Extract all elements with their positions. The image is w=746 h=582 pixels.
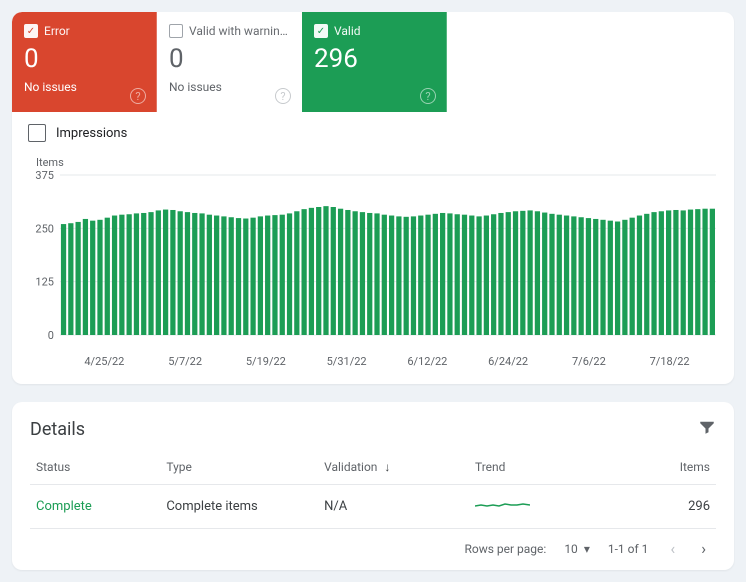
- rows-per-page-value: 10: [564, 542, 578, 556]
- cell-status: Complete: [30, 485, 160, 529]
- chart-area: Items 0 125 250 375 4/25/225/7/225/19/225/3…: [12, 146, 734, 368]
- cell-validation: N/A: [318, 485, 469, 529]
- tab-valid-label: Valid: [334, 24, 361, 38]
- impressions-checkbox[interactable]: [28, 124, 46, 142]
- cell-items: 296: [620, 485, 716, 529]
- cell-trend: [469, 485, 620, 529]
- rows-per-page-select[interactable]: 10 ▾: [564, 542, 590, 556]
- svg-text:125: 125: [35, 276, 53, 289]
- svg-text:375: 375: [35, 169, 53, 182]
- tab-valid-with-warnings[interactable]: Valid with warnin… 0 No issues ?: [157, 12, 302, 112]
- col-type[interactable]: Type: [160, 450, 318, 485]
- items-bar-chart: 0 125 250 375: [24, 169, 722, 349]
- chevron-down-icon: ▾: [584, 542, 590, 556]
- col-validation[interactable]: Validation ↓: [318, 450, 469, 485]
- checkbox-checked-icon: ✓: [24, 24, 38, 38]
- tab-error-label: Error: [44, 24, 70, 38]
- col-items[interactable]: Items: [620, 450, 716, 485]
- yaxis-title: Items: [24, 156, 722, 169]
- col-validation-label: Validation: [324, 460, 377, 474]
- checkbox-unchecked-icon: [169, 24, 183, 38]
- help-icon[interactable]: ?: [420, 88, 436, 104]
- details-title: Details: [30, 419, 85, 440]
- trend-sparkline: [475, 499, 530, 514]
- checkbox-checked-icon: ✓: [314, 24, 328, 38]
- cell-type: Complete items: [160, 485, 318, 529]
- impressions-toggle-row: Impressions: [12, 112, 734, 146]
- tab-error-issues: No issues: [24, 80, 144, 94]
- col-trend[interactable]: Trend: [469, 450, 620, 485]
- next-page-button[interactable]: ›: [697, 539, 710, 558]
- rows-per-page-label: Rows per page:: [464, 542, 546, 556]
- prev-page-button[interactable]: ‹: [666, 539, 679, 558]
- svg-text:0: 0: [48, 329, 54, 342]
- sort-desc-icon: ↓: [384, 460, 390, 474]
- tab-warn-issues: No issues: [169, 80, 289, 94]
- xaxis-labels: 4/25/225/7/225/19/225/31/226/12/226/24/2…: [24, 349, 722, 368]
- tab-valid[interactable]: ✓ Valid 296 ?: [302, 12, 447, 112]
- filter-icon[interactable]: [698, 418, 716, 440]
- table-row[interactable]: Complete Complete items N/A 296: [30, 485, 716, 529]
- tab-error[interactable]: ✓ Error 0 No issues ?: [12, 12, 157, 112]
- tab-warn-label: Valid with warnin…: [189, 24, 288, 38]
- page-range: 1-1 of 1: [608, 542, 649, 556]
- impressions-label: Impressions: [56, 126, 127, 141]
- tab-error-count: 0: [24, 44, 144, 74]
- status-tabs: ✓ Error 0 No issues ? Valid with warnin……: [12, 12, 734, 112]
- help-icon[interactable]: ?: [130, 88, 146, 104]
- tab-warn-count: 0: [169, 44, 289, 74]
- status-chart-card: ✓ Error 0 No issues ? Valid with warnin……: [12, 12, 734, 384]
- details-card: Details Status Type Validation ↓ Trend I…: [12, 402, 734, 570]
- help-icon[interactable]: ?: [275, 88, 291, 104]
- col-status[interactable]: Status: [30, 450, 160, 485]
- table-pager: Rows per page: 10 ▾ 1-1 of 1 ‹ ›: [30, 528, 716, 558]
- svg-text:250: 250: [35, 222, 53, 235]
- details-table: Status Type Validation ↓ Trend Items Com…: [30, 450, 716, 528]
- tab-valid-count: 296: [314, 44, 434, 74]
